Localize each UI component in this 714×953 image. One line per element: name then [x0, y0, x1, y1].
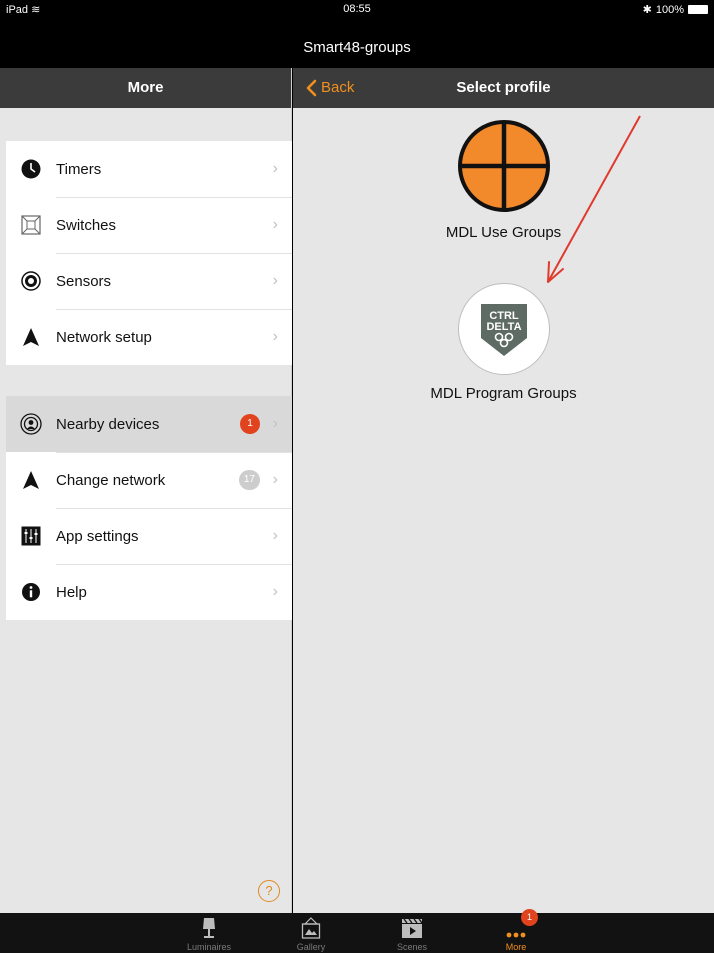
chevron-right-icon: › [272, 471, 278, 488]
page-title: Select profile [456, 79, 551, 96]
chevron-right-icon: › [272, 216, 278, 233]
menu-item-help[interactable]: Help › [6, 564, 292, 620]
tab-bar: Luminaires Gallery Scenes 1 More [0, 909, 714, 953]
settings-icon [20, 525, 42, 547]
crosshair-icon [457, 120, 550, 212]
gallery-icon [276, 913, 346, 939]
back-button[interactable]: Back [305, 68, 354, 108]
tab-luminaires[interactable]: Luminaires [174, 913, 244, 953]
menu-item-label: Timers [56, 160, 102, 178]
battery-icon [688, 5, 708, 14]
tab-label: Gallery [296, 942, 326, 952]
tab-label: More [505, 942, 527, 952]
menu-group-tools: Timers › Switches › Sensors › Network se… [6, 141, 292, 365]
bluetooth-icon: ✱ [642, 4, 652, 16]
battery-percent: 100% [655, 3, 684, 16]
ctrl-delta-logo: CTRL DELTA [457, 283, 550, 375]
logo-text-delta: DELTA [486, 321, 521, 333]
menu-item-label: Help [56, 583, 87, 601]
info-icon [20, 581, 42, 603]
select-profile-header: Select profile Back [293, 68, 714, 108]
battery-indicator: ✱ 100% [643, 3, 708, 16]
clapper-icon [377, 913, 447, 939]
tab-gallery[interactable]: Gallery [276, 913, 346, 953]
chevron-right-icon: › [272, 328, 278, 345]
menu-item-nearby-devices[interactable]: Nearby devices 1 › [6, 396, 292, 452]
menu-item-label: Switches [56, 216, 117, 234]
tab-label: Scenes [396, 942, 428, 952]
menu-item-label: Change network [56, 471, 166, 489]
help-icon[interactable]: ? [258, 880, 280, 902]
menu-item-label: Network setup [56, 328, 152, 346]
more-menu-pane: More Timers › Switches › Sensors › Netwo… [0, 68, 292, 913]
menu-group-network: Nearby devices 1 › Change network 17 › A… [6, 396, 292, 620]
menu-item-network-setup[interactable]: Network setup › [6, 309, 292, 365]
app-title: Smart48-groups [0, 20, 714, 68]
menu-item-change-network[interactable]: Change network 17 › [6, 452, 292, 508]
more-badge: 1 [521, 909, 538, 926]
menu-item-timers[interactable]: Timers › [6, 141, 292, 197]
menu-item-sensors[interactable]: Sensors › [6, 253, 292, 309]
tab-label: Luminaires [186, 942, 232, 952]
chevron-right-icon: › [272, 583, 278, 600]
tab-more[interactable]: 1 More [481, 909, 551, 953]
chevron-right-icon: › [272, 160, 278, 177]
lamp-icon [174, 913, 244, 939]
more-icon [481, 913, 551, 939]
profile-mdl-use-groups[interactable]: MDL Use Groups [293, 118, 714, 241]
nearby-count-badge: 1 [240, 414, 260, 434]
chevron-right-icon: › [272, 272, 278, 289]
profile-label: MDL Use Groups [445, 224, 562, 241]
menu-item-label: Nearby devices [56, 415, 160, 433]
back-label: Back [321, 79, 355, 96]
nearby-icon [20, 413, 42, 435]
chevron-right-icon: › [272, 527, 278, 544]
chevron-right-icon: › [272, 415, 278, 432]
sensor-icon [20, 270, 42, 292]
more-header: More [0, 68, 291, 108]
chevron-left-icon [306, 79, 317, 97]
network-icon [20, 326, 42, 348]
network-count-badge: 17 [238, 470, 260, 490]
clock-icon [20, 158, 42, 180]
menu-item-label: App settings [56, 527, 139, 545]
menu-item-label: Sensors [56, 272, 112, 290]
network-icon [20, 469, 42, 491]
select-profile-pane: Select profile Back MDL Use Groups CTRL … [293, 68, 714, 913]
profile-label: MDL Program Groups [430, 385, 577, 402]
menu-item-app-settings[interactable]: App settings › [6, 508, 292, 564]
switch-icon [20, 214, 42, 236]
clock: 08:55 [343, 3, 371, 15]
menu-item-switches[interactable]: Switches › [6, 197, 292, 253]
profile-mdl-program-groups[interactable]: CTRL DELTA MDL Program Groups [293, 283, 714, 402]
tab-scenes[interactable]: Scenes [377, 913, 447, 953]
status-bar: iPad ≋ 08:55 ✱ 100% [0, 0, 714, 20]
